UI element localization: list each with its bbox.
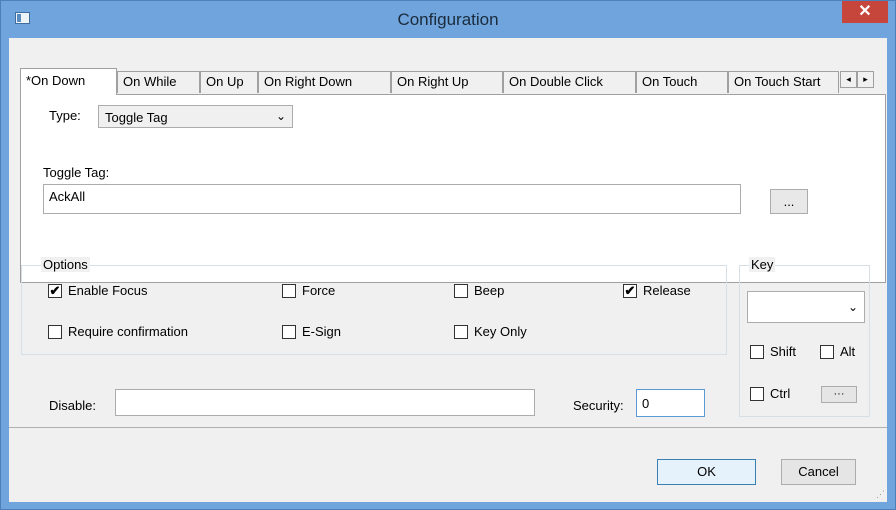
- checkbox-label: Key Only: [474, 324, 527, 339]
- checkbox-label: Alt: [840, 344, 856, 359]
- checkbox-label: Beep: [474, 283, 505, 298]
- tab-on-while[interactable]: On While: [117, 71, 200, 93]
- tab-label: On Touch: [642, 74, 698, 89]
- check-icon: ✔: [623, 283, 637, 298]
- configuration-window: Configuration ✕ *On Down On While On Up …: [0, 0, 896, 510]
- toggle-tag-input[interactable]: AckAll: [43, 184, 741, 214]
- checkbox-box: [454, 284, 468, 298]
- key-group-title: Key: [749, 257, 776, 272]
- checkbox-label: Force: [302, 283, 336, 298]
- security-value: 0: [642, 396, 650, 411]
- checkbox-box: [750, 345, 764, 359]
- options-group-title: Options: [41, 257, 90, 272]
- window-title: Configuration: [397, 10, 499, 29]
- disable-input[interactable]: [115, 389, 535, 416]
- type-dropdown-value: Toggle Tag: [105, 110, 168, 125]
- browse-button-label: ...: [783, 194, 795, 209]
- dialog-client: *On Down On While On Up On Right Down On…: [9, 38, 887, 502]
- checkbox-box: [750, 387, 764, 401]
- tab-label: On Up: [206, 74, 244, 89]
- close-icon: ✕: [858, 3, 872, 20]
- check-icon: ✔: [48, 283, 62, 298]
- resize-grip-icon[interactable]: ⋰: [876, 489, 885, 500]
- checkbox-box: [282, 325, 296, 339]
- chevron-down-icon: ⌄: [847, 300, 858, 314]
- tab-label: On Touch Start: [734, 74, 821, 89]
- key-more-button[interactable]: ···: [821, 386, 857, 403]
- tab-panel-on-down: Type: Toggle Tag ⌄ Toggle Tag: AckAll ..…: [20, 94, 886, 283]
- ok-label: OK: [697, 464, 716, 479]
- checkbox-box: [454, 325, 468, 339]
- type-label: Type:: [49, 108, 81, 123]
- options-group: [21, 265, 727, 355]
- tab-label: On Right Up: [397, 74, 469, 89]
- toggle-tag-label: Toggle Tag:: [43, 165, 110, 180]
- tab-on-down[interactable]: *On Down: [20, 68, 117, 95]
- disable-label: Disable:: [49, 398, 96, 413]
- tab-label: On Right Down: [264, 74, 353, 89]
- tab-on-touch-start[interactable]: On Touch Start: [728, 71, 839, 93]
- security-label: Security:: [573, 398, 624, 413]
- ok-button[interactable]: OK: [657, 459, 756, 485]
- event-tabs: *On Down On While On Up On Right Down On…: [20, 68, 874, 95]
- tab-on-double-click[interactable]: On Double Click: [503, 71, 636, 93]
- cancel-label: Cancel: [798, 464, 839, 479]
- tab-on-right-up[interactable]: On Right Up: [391, 71, 503, 93]
- arrow-right-icon: ▸: [863, 74, 868, 84]
- close-button[interactable]: ✕: [842, 1, 888, 23]
- checkbox-label: Shift: [770, 344, 797, 359]
- tab-on-touch[interactable]: On Touch: [636, 71, 728, 93]
- key-more-label: ···: [833, 388, 845, 400]
- checkbox-label: Require confirmation: [68, 324, 188, 339]
- checkbox-box: [820, 345, 834, 359]
- cancel-button[interactable]: Cancel: [781, 459, 856, 485]
- tab-on-up[interactable]: On Up: [200, 71, 258, 93]
- browse-tag-button[interactable]: ...: [770, 189, 808, 214]
- checkbox-label: E-Sign: [302, 324, 342, 339]
- separator: [9, 427, 887, 428]
- tab-label: *On Down: [26, 73, 86, 88]
- checkbox-label: Release: [643, 283, 691, 298]
- tab-on-right-down[interactable]: On Right Down: [258, 71, 391, 93]
- checkbox-box: [48, 325, 62, 339]
- tab-label: On While: [123, 74, 177, 89]
- toggle-tag-value: AckAll: [49, 189, 86, 204]
- title-bar[interactable]: Configuration ✕: [1, 1, 895, 38]
- security-input[interactable]: 0: [636, 389, 705, 417]
- checkbox-label: Ctrl: [770, 386, 791, 401]
- arrow-left-icon: ◂: [846, 74, 851, 84]
- checkbox-box: [282, 284, 296, 298]
- tab-label: On Double Click: [509, 74, 603, 89]
- checkbox-label: Enable Focus: [68, 283, 148, 298]
- chevron-down-icon: ⌄: [275, 109, 286, 123]
- type-dropdown[interactable]: Toggle Tag ⌄: [98, 105, 293, 128]
- tab-scroll-right-button[interactable]: ▸: [857, 71, 874, 88]
- key-dropdown[interactable]: ⌄: [747, 291, 865, 323]
- tab-scroll-left-button[interactable]: ◂: [840, 71, 857, 88]
